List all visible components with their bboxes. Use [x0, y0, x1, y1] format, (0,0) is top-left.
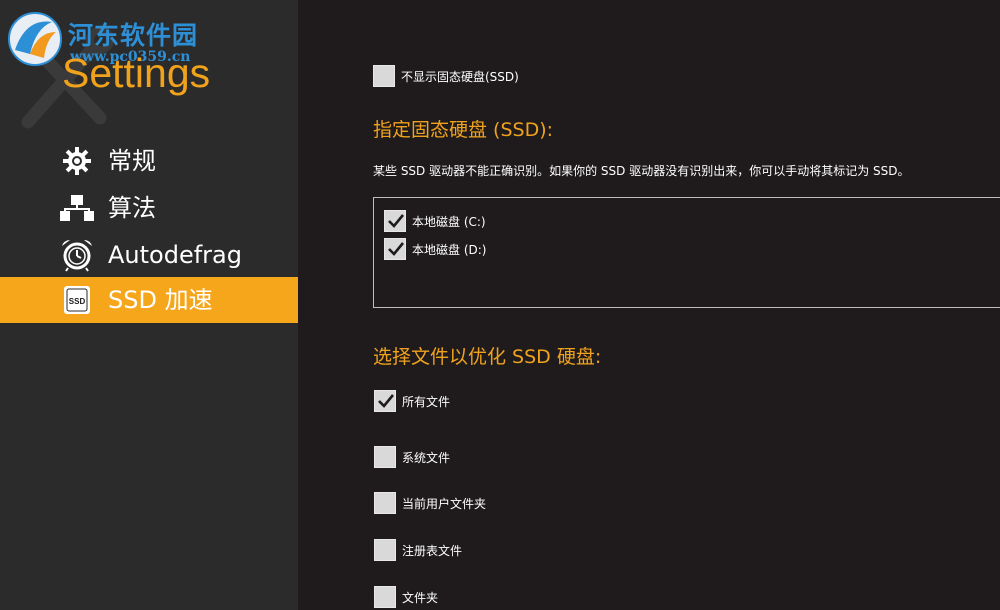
hide-ssd-checkbox-row[interactable]: 不显示固态硬盘(SSD): [373, 65, 519, 87]
drive-c-row[interactable]: 本地磁盘 (C:): [384, 210, 486, 232]
ssd-icon: SSD: [60, 285, 94, 315]
alarm-clock-icon: [60, 239, 94, 272]
registry-files-checkbox[interactable]: [374, 539, 396, 561]
sidebar-item-label: 算法: [108, 194, 156, 222]
all-files-row[interactable]: 所有文件: [374, 390, 450, 412]
all-files-checkbox[interactable]: [374, 390, 396, 412]
checkmark-icon: [388, 242, 405, 256]
sidebar-item-label: 常规: [108, 147, 156, 175]
drive-d-checkbox[interactable]: [384, 238, 406, 260]
sidebar-title: Settings: [62, 50, 211, 96]
registry-files-label: 注册表文件: [402, 543, 463, 558]
sidebar-item-label: SSD 加速: [108, 286, 213, 314]
gear-icon: [60, 146, 94, 176]
assign-ssd-heading: 指定固态硬盘 (SSD):: [373, 119, 554, 141]
sidebar-item-ssd-speedup[interactable]: SSD SSD 加速: [0, 277, 298, 323]
folder-label: 文件夹: [402, 590, 439, 605]
drive-d-label: 本地磁盘 (D:): [412, 242, 487, 257]
checkmark-icon: [378, 394, 395, 408]
sidebar-item-algorithm[interactable]: 算法: [0, 185, 298, 231]
sidebar-item-general[interactable]: 常规: [0, 138, 298, 184]
sidebar-item-label: Autodefrag: [108, 241, 242, 269]
ssd-icon-text: SSD: [69, 297, 86, 306]
system-files-label: 系统文件: [402, 450, 451, 465]
user-folder-checkbox[interactable]: [374, 492, 396, 514]
checkmark-icon: [388, 214, 405, 228]
drive-list[interactable]: 本地磁盘 (C:) 本地磁盘 (D:): [373, 197, 1000, 308]
folder-row[interactable]: 文件夹: [374, 586, 438, 608]
hide-ssd-label: 不显示固态硬盘(SSD): [401, 69, 519, 84]
user-folder-row[interactable]: 当前用户文件夹: [374, 492, 486, 514]
main-panel: 不显示固态硬盘(SSD) 指定固态硬盘 (SSD): 某些 SSD 驱动器不能正…: [298, 0, 1000, 610]
drive-d-row[interactable]: 本地磁盘 (D:): [384, 238, 486, 260]
all-files-label: 所有文件: [402, 394, 451, 409]
system-files-row[interactable]: 系统文件: [374, 446, 450, 468]
algorithm-icon: [60, 193, 94, 223]
drive-c-checkbox[interactable]: [384, 210, 406, 232]
hide-ssd-checkbox[interactable]: [373, 65, 395, 87]
optimize-files-heading: 选择文件以优化 SSD 硬盘:: [373, 346, 602, 368]
sidebar: 河东软件园 www.pc0359.cn Settings 常规 算法 Autod…: [0, 0, 298, 610]
user-folder-label: 当前用户文件夹: [402, 496, 487, 511]
watermark-text: 河东软件园: [68, 21, 199, 50]
registry-files-row[interactable]: 注册表文件: [374, 539, 462, 561]
assign-ssd-description: 某些 SSD 驱动器不能正确识别。如果你的 SSD 驱动器没有识别出来，你可以手…: [373, 164, 910, 178]
watermark-logo-icon: [8, 12, 62, 66]
drive-c-label: 本地磁盘 (C:): [412, 214, 486, 229]
sidebar-item-autodefrag[interactable]: Autodefrag: [0, 232, 298, 278]
system-files-checkbox[interactable]: [374, 446, 396, 468]
folder-checkbox[interactable]: [374, 586, 396, 608]
